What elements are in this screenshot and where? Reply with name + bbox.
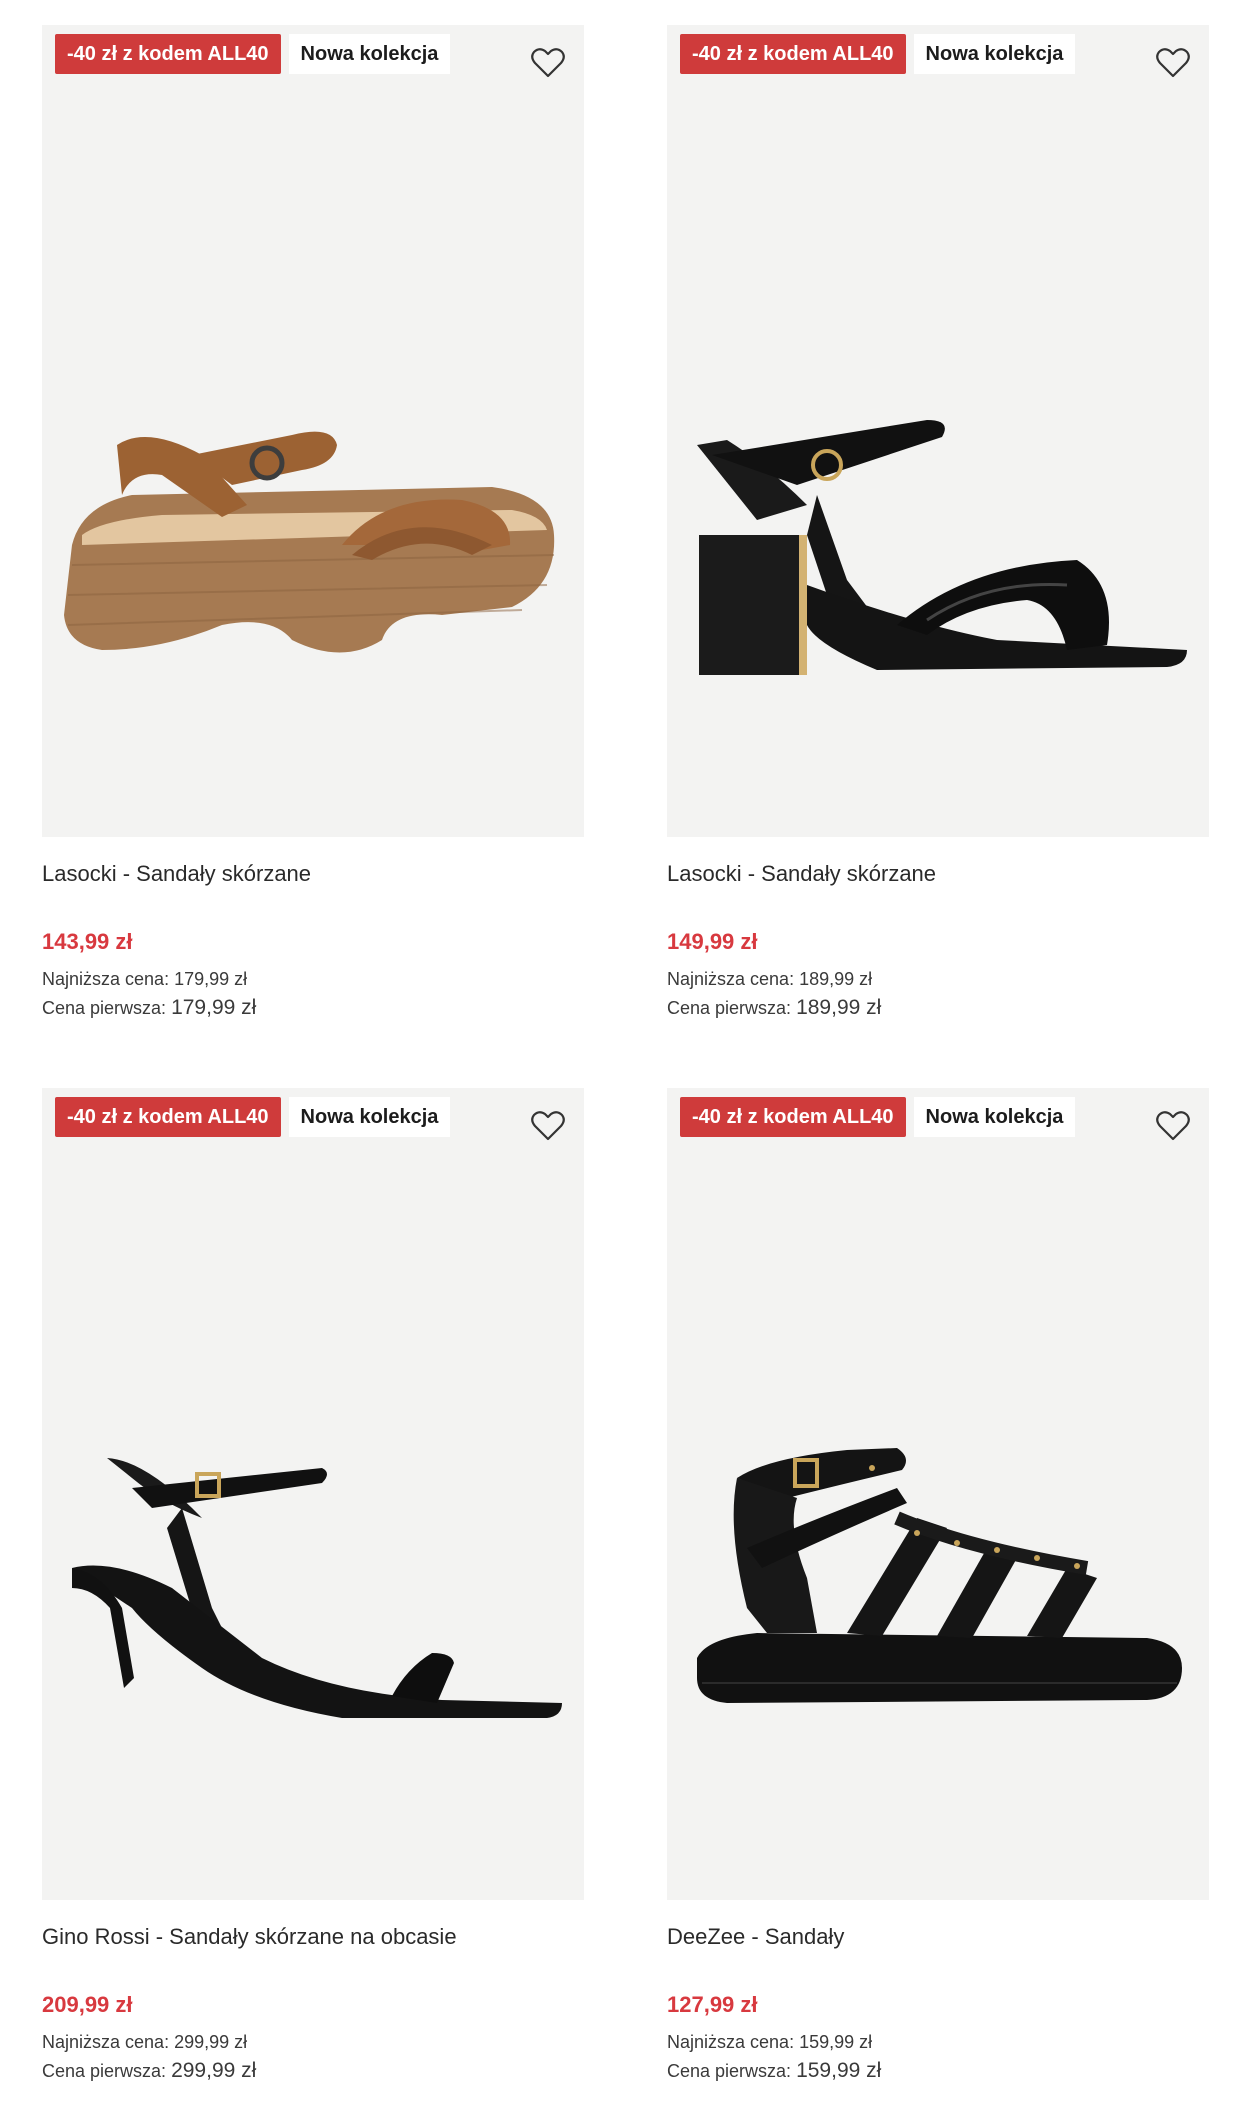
product-card[interactable]: -40 zł z kodem ALL40 Nowa kolekcja Lasoc…	[42, 25, 584, 1023]
lowest-price-row: Najniższa cena: 299,99 zł	[42, 2028, 584, 2056]
first-price-value: 159,99 zł	[796, 2059, 882, 2082]
product-image-link[interactable]: -40 zł z kodem ALL40 Nowa kolekcja	[667, 1088, 1209, 1900]
promo-badge: -40 zł z kodem ALL40	[680, 34, 906, 74]
new-collection-badge: Nowa kolekcja	[913, 34, 1076, 74]
product-image	[72, 1458, 562, 1718]
lowest-price-value: 189,99 zł	[799, 969, 873, 989]
product-name[interactable]: Lasocki - Sandały skórzane	[42, 857, 584, 891]
lowest-price-row: Najniższa cena: 179,99 zł	[42, 965, 584, 993]
lowest-price-value: 299,99 zł	[174, 2032, 248, 2052]
heart-outline-icon	[1156, 1111, 1190, 1141]
lowest-price-value: 179,99 zł	[174, 969, 248, 989]
lowest-price-label: Najniższa cena:	[667, 2032, 795, 2052]
first-price-row: Cena pierwsza: 299,99 zł	[42, 2056, 584, 2086]
promo-badge: -40 zł z kodem ALL40	[55, 1097, 281, 1137]
lowest-price-label: Najniższa cena:	[42, 969, 170, 989]
first-price-row: Cena pierwsza: 159,99 zł	[667, 2056, 1209, 2086]
product-image-link[interactable]: -40 zł z kodem ALL40 Nowa kolekcja	[42, 1088, 584, 1900]
lowest-price-label: Najniższa cena:	[42, 2032, 170, 2052]
product-image-link[interactable]: -40 zł z kodem ALL40 Nowa kolekcja	[667, 25, 1209, 837]
heart-outline-icon	[531, 48, 565, 78]
product-price: 149,99 zł	[667, 929, 758, 954]
heart-outline-icon	[1156, 48, 1190, 78]
favorite-button[interactable]	[1151, 1104, 1195, 1148]
product-name[interactable]: Gino Rossi - Sandały skórzane na obcasie	[42, 1920, 584, 1954]
product-card[interactable]: -40 zł z kodem ALL40 Nowa kolekcja Lasoc…	[667, 25, 1209, 1023]
heart-outline-icon	[531, 1111, 565, 1141]
lowest-price-row: Najniższa cena: 189,99 zł	[667, 965, 1209, 993]
new-collection-badge: Nowa kolekcja	[288, 34, 451, 74]
first-price-label: Cena pierwsza:	[42, 998, 167, 1018]
lowest-price-value: 159,99 zł	[799, 2032, 873, 2052]
product-price: 127,99 zł	[667, 1992, 758, 2017]
favorite-button[interactable]	[526, 1104, 570, 1148]
first-price-row: Cena pierwsza: 189,99 zł	[667, 993, 1209, 1023]
product-card[interactable]: -40 zł z kodem ALL40 Nowa kolekcja Gino …	[42, 1088, 584, 2086]
promo-badge: -40 zł z kodem ALL40	[55, 34, 281, 74]
first-price-label: Cena pierwsza:	[42, 2061, 167, 2081]
product-image	[697, 1448, 1182, 1703]
product-image-link[interactable]: -40 zł z kodem ALL40 Nowa kolekcja	[42, 25, 584, 837]
favorite-button[interactable]	[526, 41, 570, 85]
lowest-price-row: Najniższa cena: 159,99 zł	[667, 2028, 1209, 2056]
first-price-value: 179,99 zł	[171, 996, 257, 1019]
first-price-value: 299,99 zł	[171, 2059, 257, 2082]
promo-badge: -40 zł z kodem ALL40	[680, 1097, 906, 1137]
product-name[interactable]: Lasocki - Sandały skórzane	[667, 857, 1209, 891]
favorite-button[interactable]	[1151, 41, 1195, 85]
first-price-label: Cena pierwsza:	[667, 2061, 792, 2081]
product-card[interactable]: -40 zł z kodem ALL40 Nowa kolekcja DeeZe…	[667, 1088, 1209, 2086]
product-image	[64, 431, 555, 653]
product-price: 209,99 zł	[42, 1992, 133, 2017]
first-price-label: Cena pierwsza:	[667, 998, 792, 1018]
first-price-row: Cena pierwsza: 179,99 zł	[42, 993, 584, 1023]
new-collection-badge: Nowa kolekcja	[913, 1097, 1076, 1137]
new-collection-badge: Nowa kolekcja	[288, 1097, 451, 1137]
product-name[interactable]: DeeZee - Sandały	[667, 1920, 1209, 1954]
first-price-value: 189,99 zł	[796, 996, 882, 1019]
product-image	[697, 420, 1187, 675]
product-price: 143,99 zł	[42, 929, 133, 954]
lowest-price-label: Najniższa cena:	[667, 969, 795, 989]
